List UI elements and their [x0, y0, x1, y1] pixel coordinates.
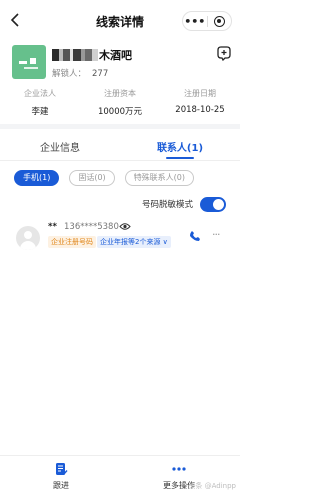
avatar: [16, 226, 40, 250]
tab-contacts[interactable]: 联系人(1): [120, 139, 240, 154]
target-icon: [213, 15, 225, 27]
mini-program-capsule: •••: [182, 11, 232, 31]
company-header: 木酒吧 解锁人： 277: [12, 45, 232, 81]
company-name: 木酒吧: [52, 47, 132, 63]
more-menu-button[interactable]: •••: [183, 16, 207, 27]
company-info-row: 企业法人 李建 注册资本 10000万元 注册日期 2018-10-25: [0, 88, 240, 118]
watermark: 头条 @Adinpp: [188, 482, 236, 490]
info-value: 李建: [31, 107, 49, 117]
unlock-number: 277: [92, 69, 109, 79]
info-value: 2018-10-25: [175, 105, 225, 115]
tab-company-info[interactable]: 企业信息: [0, 139, 120, 154]
info-label: 注册资本: [104, 89, 136, 98]
document-edit-icon: [55, 463, 68, 475]
follow-up-button[interactable]: 跟进: [36, 462, 86, 491]
more-dots-icon[interactable]: ···: [212, 228, 220, 241]
info-capital: 注册资本 10000万元: [80, 88, 160, 117]
company-logo: [12, 45, 46, 79]
top-bar: 线索详情 •••: [0, 0, 240, 40]
filter-special-contact[interactable]: 特殊联系人(0): [124, 170, 195, 186]
desensitize-toggle[interactable]: [200, 196, 226, 212]
info-legal-person: 企业法人 李建: [0, 88, 80, 117]
company-name-text: 木酒吧: [99, 49, 132, 62]
desensitize-row: 号码脱敏模式: [142, 196, 226, 212]
desensitize-label: 号码脱敏模式: [141, 200, 193, 210]
info-label: 注册日期: [184, 89, 216, 98]
info-reg-date: 注册日期 2018-10-25: [160, 88, 240, 115]
contact-item[interactable]: ** 136****5380 企业注册号码 企业年报等2个来源 ∨ ···: [16, 222, 228, 252]
close-program-button[interactable]: [208, 15, 232, 27]
tab-bar: 企业信息 联系人(1): [0, 129, 240, 161]
info-label: 企业法人: [24, 89, 56, 98]
contact-filters: 手机(1) 固话(0) 特殊联系人(0): [14, 170, 195, 186]
more-dots-icon: [172, 467, 186, 471]
redacted-mosaic: [52, 49, 98, 61]
info-value: 10000万元: [97, 107, 143, 117]
tag-sources-dropdown[interactable]: 企业年报等2个来源 ∨: [97, 236, 171, 248]
contact-phone: 136****5380: [64, 222, 119, 232]
toggle-knob: [213, 198, 224, 210]
tag-registered-number: 企业注册号码: [48, 236, 96, 248]
filter-mobile[interactable]: 手机(1): [14, 170, 60, 186]
eye-icon[interactable]: [119, 222, 131, 231]
add-follow-icon[interactable]: [216, 45, 232, 61]
contact-name: **: [48, 222, 57, 232]
unlock-count: 解锁人： 277: [52, 67, 108, 79]
phone-call-icon[interactable]: [189, 230, 201, 242]
follow-up-label: 跟进: [53, 481, 69, 490]
tab-indicator: [166, 157, 194, 159]
unlock-label: 解锁人：: [52, 69, 87, 79]
filter-landline[interactable]: 固话(0): [69, 170, 115, 186]
